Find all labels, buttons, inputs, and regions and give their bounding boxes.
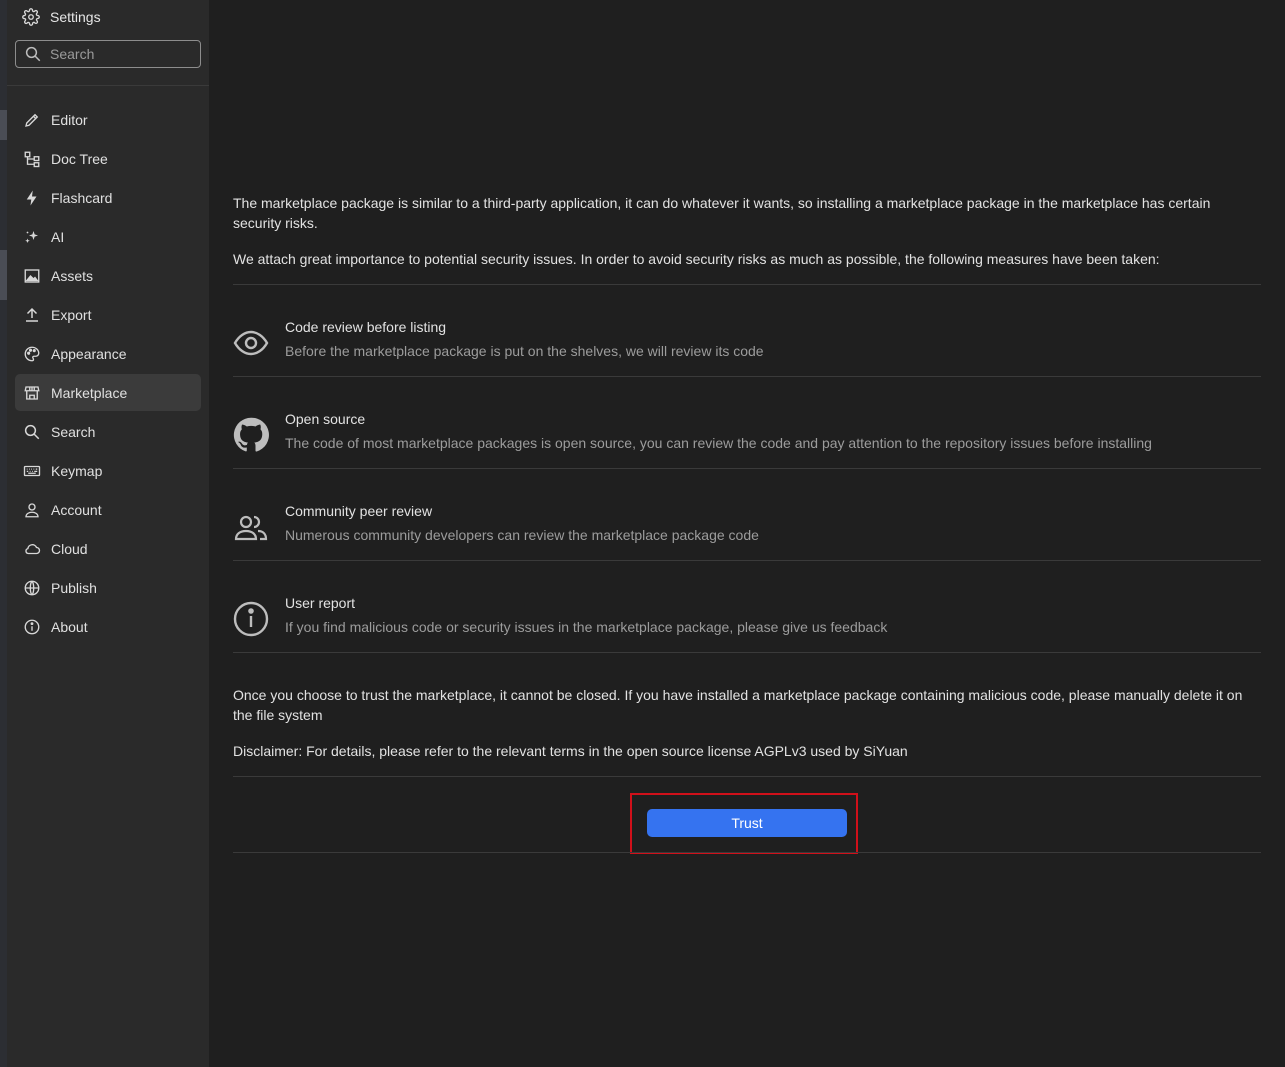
palette-icon	[24, 346, 40, 361]
eye-icon	[233, 325, 269, 361]
sidebar-item-ai[interactable]: AI	[15, 218, 201, 255]
sidebar-item-label: Editor	[51, 111, 88, 128]
search-input[interactable]	[50, 46, 180, 62]
lightning-icon	[26, 190, 37, 205]
sidebar-item-about[interactable]: About	[15, 608, 201, 645]
sparkle-icon	[25, 230, 38, 243]
disclaimer-text: Disclaimer: For details, please refer to…	[233, 743, 908, 759]
feature-description: The code of most marketplace packages is…	[285, 435, 1152, 451]
sidebar-item-label: Search	[51, 423, 96, 440]
feature-title: User report	[285, 595, 356, 611]
search-icon	[25, 46, 41, 62]
settings-search[interactable]	[15, 40, 201, 68]
window-left-edge	[0, 0, 7, 1067]
feature-code-review: Code review before listing Before the ma…	[233, 317, 1261, 377]
marketplace-trust-panel: The marketplace package is similar to a …	[233, 0, 1261, 1067]
settings-nav: Editor Doc Tree Flashcard AI Assets Expo…	[15, 101, 201, 647]
divider	[233, 652, 1261, 653]
sidebar-divider	[7, 85, 209, 86]
divider	[233, 776, 1261, 777]
sidebar-item-doc-tree[interactable]: Doc Tree	[15, 140, 201, 177]
user-icon	[25, 502, 39, 517]
feature-description: Before the marketplace package is put on…	[285, 343, 764, 359]
sidebar-item-label: Doc Tree	[51, 150, 108, 167]
sidebar-item-label: Keymap	[51, 462, 103, 479]
sidebar-item-publish[interactable]: Publish	[15, 569, 201, 606]
sidebar-item-appearance[interactable]: Appearance	[15, 335, 201, 372]
sidebar-item-label: Export	[51, 306, 92, 323]
trust-button[interactable]: Trust	[647, 809, 847, 837]
sidebar-item-label: Assets	[51, 267, 94, 284]
globe-icon	[24, 580, 40, 595]
divider	[233, 284, 1261, 285]
sidebar-item-marketplace[interactable]: Marketplace	[15, 374, 201, 411]
gear-icon	[22, 8, 40, 26]
feature-title: Code review before listing	[285, 319, 447, 335]
cloud-icon	[25, 543, 41, 554]
sidebar-item-label: Publish	[51, 579, 97, 596]
settings-header: Settings	[22, 7, 101, 27]
sidebar-item-label: Cloud	[51, 540, 88, 557]
sidebar-item-label: Account	[51, 501, 102, 518]
divider	[233, 560, 1261, 561]
settings-sidebar: Settings Editor Doc Tree Flashcard AI As…	[7, 0, 209, 1067]
intro-risk-text: The marketplace package is similar to a …	[233, 195, 1211, 231]
sidebar-item-label: Appearance	[51, 345, 127, 362]
sidebar-item-account[interactable]: Account	[15, 491, 201, 528]
sidebar-item-cloud[interactable]: Cloud	[15, 530, 201, 567]
info-circle-icon	[233, 601, 269, 637]
feature-description: If you find malicious code or security i…	[285, 619, 888, 635]
sidebar-item-editor[interactable]: Editor	[15, 101, 201, 138]
sidebar-item-label: Marketplace	[51, 384, 128, 401]
search-icon	[24, 424, 40, 439]
pencil-icon	[25, 113, 39, 127]
people-icon	[233, 509, 269, 545]
sidebar-item-label: Flashcard	[51, 189, 113, 206]
github-icon	[233, 417, 269, 453]
tree-icon	[24, 151, 40, 167]
sidebar-item-keymap[interactable]: Keymap	[15, 452, 201, 489]
info-icon	[24, 619, 40, 634]
sidebar-item-label: AI	[51, 228, 65, 245]
sidebar-item-export[interactable]: Export	[15, 296, 201, 333]
store-icon	[24, 385, 40, 400]
feature-community-review: Community peer review Numerous community…	[233, 501, 1261, 561]
sidebar-item-flashcard[interactable]: Flashcard	[15, 179, 201, 216]
image-icon	[24, 268, 40, 283]
keyboard-icon	[23, 465, 41, 476]
intro-measures-text: We attach great importance to potential …	[233, 251, 1160, 267]
sidebar-item-assets[interactable]: Assets	[15, 257, 201, 294]
warning-text: Once you choose to trust the marketplace…	[233, 687, 1243, 723]
divider	[233, 468, 1261, 469]
feature-title: Open source	[285, 411, 366, 427]
feature-title: Community peer review	[285, 503, 433, 519]
upload-icon	[26, 307, 38, 322]
divider	[233, 852, 1261, 853]
settings-title: Settings	[50, 9, 101, 25]
divider	[233, 376, 1261, 377]
feature-description: Numerous community developers can review…	[285, 527, 759, 543]
sidebar-item-search[interactable]: Search	[15, 413, 201, 450]
feature-user-report: User report If you find malicious code o…	[233, 593, 1261, 653]
feature-open-source: Open source The code of most marketplace…	[233, 409, 1261, 469]
sidebar-item-label: About	[51, 618, 88, 635]
